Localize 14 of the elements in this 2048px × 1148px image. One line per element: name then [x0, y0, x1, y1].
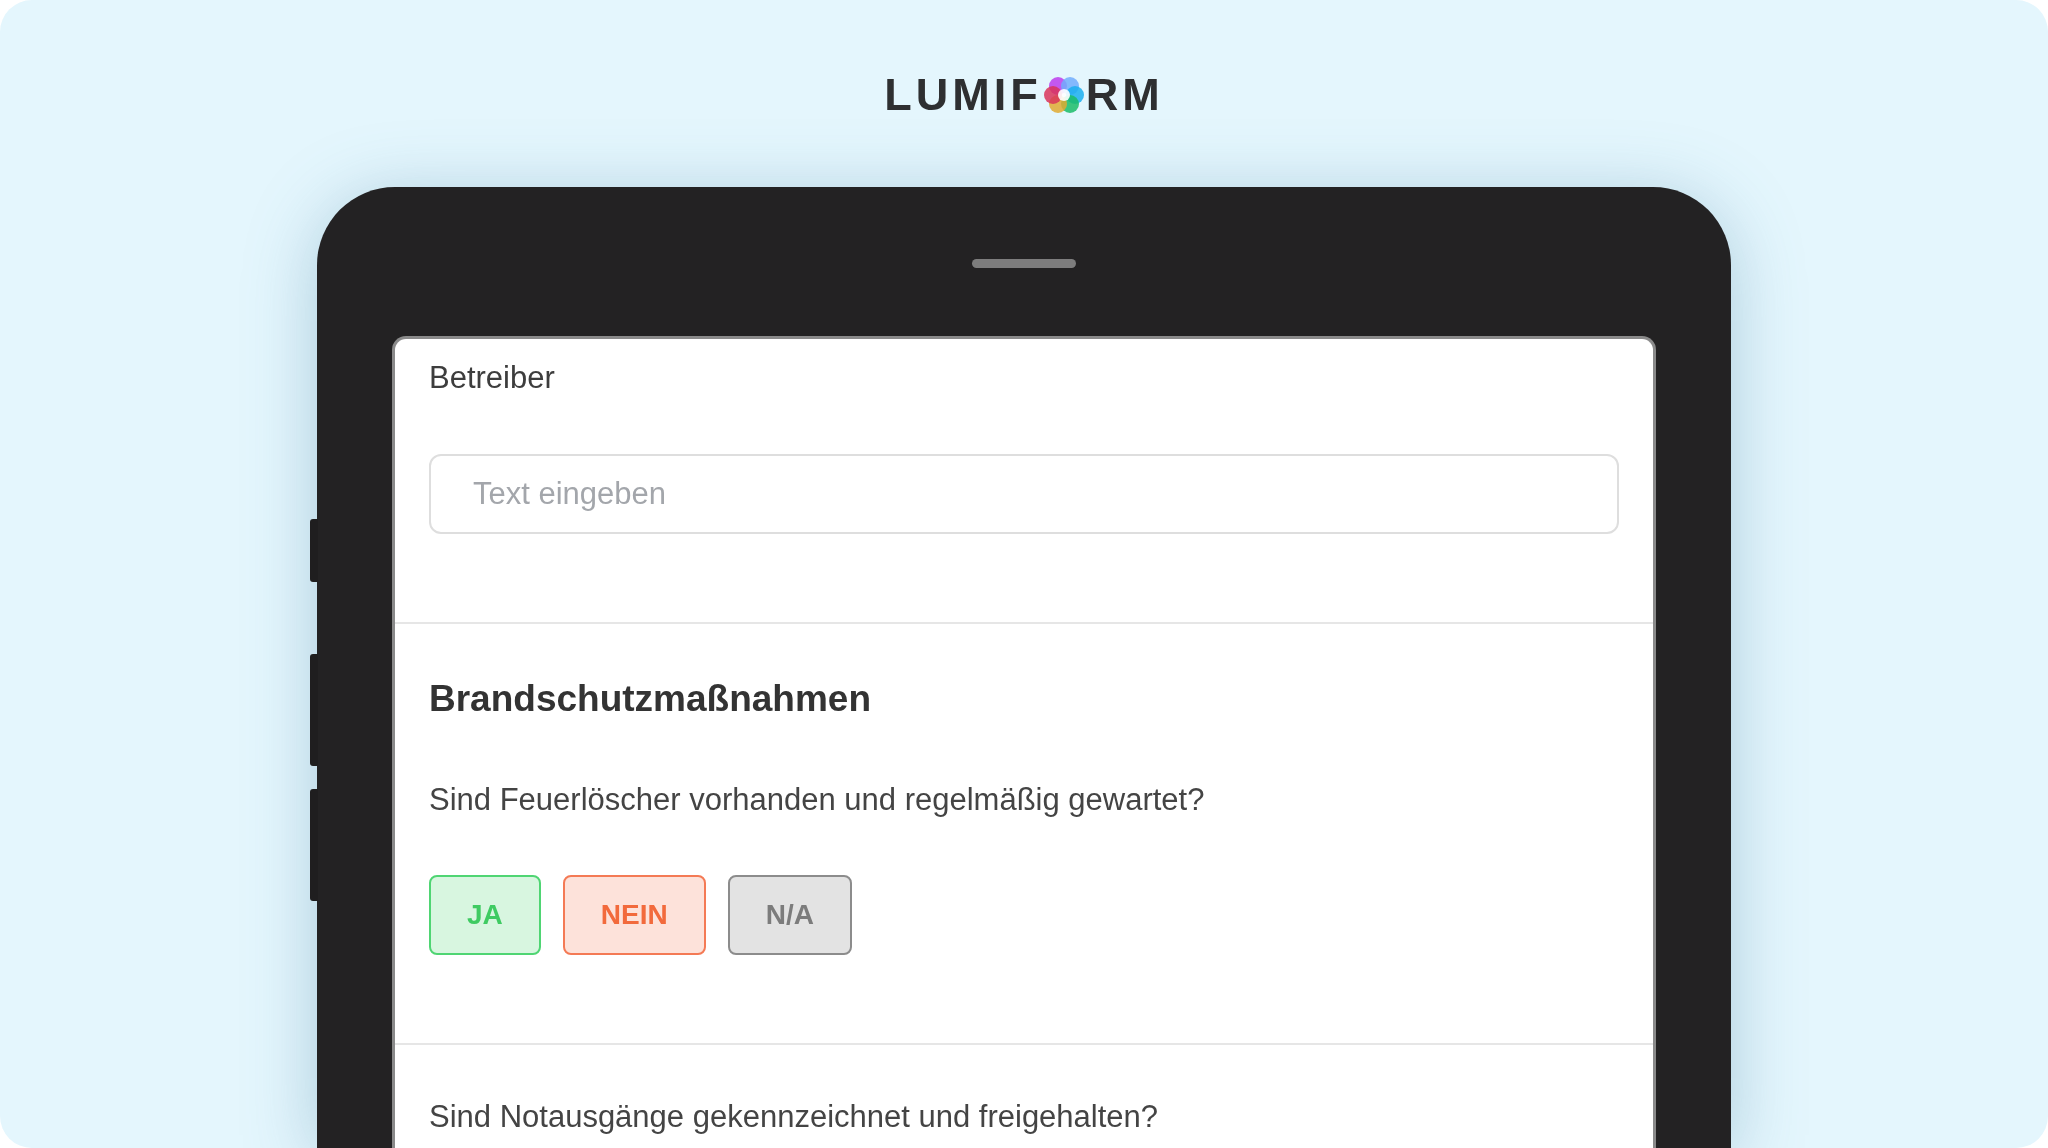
flower-logo-icon	[1043, 74, 1084, 115]
field-label: Betreiber	[429, 359, 555, 397]
section-title: Brandschutzmaßnahmen	[429, 677, 871, 721]
logo-text: RM	[1085, 72, 1164, 117]
question-text: Sind Notausgänge gekennzeichnet und freigehalten?	[429, 1098, 1159, 1136]
side-button[interactable]	[310, 789, 318, 901]
side-button[interactable]	[310, 519, 318, 582]
logo-text: LUMIF	[884, 72, 1042, 117]
answer-option-button[interactable]: JA	[429, 875, 541, 955]
question-text: Sind Feuerlöscher vorhanden und regelmäßig gewartet?	[429, 781, 1205, 819]
answer-option-button[interactable]: N/A	[727, 875, 852, 955]
text-input-field[interactable]: Text eingeben	[429, 454, 1619, 534]
side-button[interactable]	[310, 654, 318, 766]
answer-option-button[interactable]: NEIN	[562, 875, 706, 955]
